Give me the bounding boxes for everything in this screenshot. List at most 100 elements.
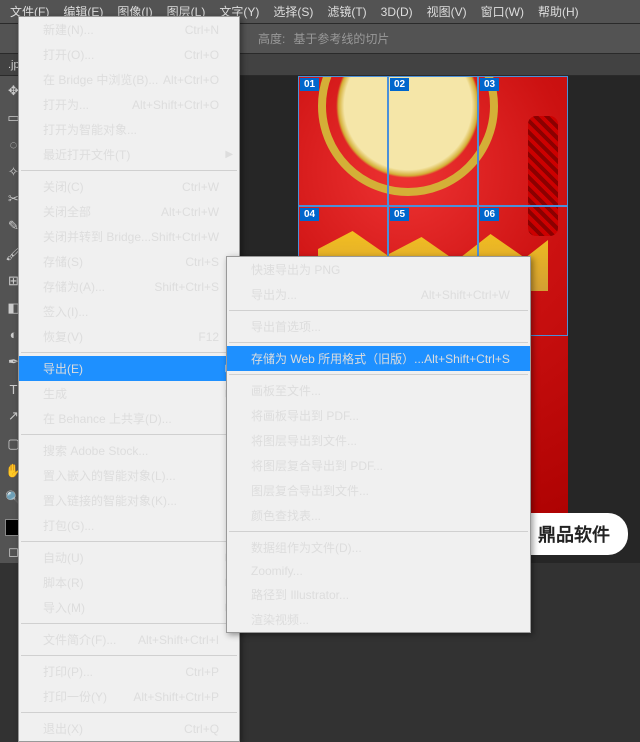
separator [21,170,237,171]
menu-shortcut: Ctrl+N [185,23,219,37]
menu-item-label: 导入(M) [43,599,85,616]
menu-item-label: 将图层导出到文件... [251,432,357,449]
menu-item-label: 打包(G)... [43,517,94,534]
menu-item[interactable]: 脚本(R)▶ [19,570,239,595]
menu-item[interactable]: 打印一份(Y)Alt+Shift+Ctrl+P [19,684,239,709]
menu-item[interactable]: 恢复(V)F12 [19,324,239,349]
menu-item[interactable]: 滤镜(T) [327,3,366,20]
menu-item-label: 在 Bridge 中浏览(B)... [43,71,158,88]
slice-number: 01 [300,78,319,91]
menu-item[interactable]: 打开为...Alt+Shift+Ctrl+O [19,92,239,117]
slice-box[interactable] [298,76,388,206]
menu-item-label: 恢复(V) [43,328,83,345]
menu-item[interactable]: 将图层导出到文件... [227,428,530,453]
slice-box[interactable] [388,76,478,206]
separator [21,541,237,542]
menu-item-label: 在 Behance 上共享(D)... [43,410,172,427]
menu-item-label: 搜索 Adobe Stock... [43,442,148,459]
menu-item[interactable]: 打印(P)...Ctrl+P [19,659,239,684]
submenu-arrow-icon: ▶ [225,149,233,160]
menu-item[interactable]: 文件简介(F)...Alt+Shift+Ctrl+I [19,627,239,652]
slice-number: 06 [480,208,499,221]
menu-item[interactable]: 关闭(C) Ctrl+W [19,174,239,199]
menu-item[interactable]: 存储(S)Ctrl+S [19,249,239,274]
file-menu: 新建(N)...Ctrl+N打开(O)...Ctrl+O在 Bridge 中浏览… [18,16,240,742]
menu-item-label: 画板至文件... [251,382,321,399]
menu-item[interactable]: 最近打开文件(T) ▶ [19,142,239,167]
menu-item[interactable]: Zoomify... [227,560,530,582]
menu-item[interactable]: 将图层复合导出到 PDF... [227,453,530,478]
menu-item: 签入(I)... [19,299,239,324]
menu-item[interactable]: 导出首选项... [227,314,530,339]
menu-item[interactable]: 图层复合导出到文件... [227,478,530,503]
menu-item: 在 Behance 上共享(D)... [19,406,239,431]
slice-number: 03 [480,78,499,91]
menu-item[interactable]: 将画板导出到 PDF... [227,403,530,428]
menu-item-label: 存储为(A)... [43,278,105,295]
menu-item[interactable]: 选择(S) [273,3,313,20]
menu-item[interactable]: 生成▶ [19,381,239,406]
separator [21,712,237,713]
menu-item-label: 将画板导出到 PDF... [251,407,359,424]
menu-item-label: 关闭全部 [43,203,91,220]
menu-item-label: 存储(S) [43,253,83,270]
separator [229,342,528,343]
menu-item[interactable]: 视图(V) [427,3,467,20]
menu-item-label: 脚本(R) [43,574,84,591]
separator [21,434,237,435]
menu-item[interactable]: 3D(D) [381,5,413,19]
menu-item[interactable]: 窗口(W) [481,3,524,20]
menu-shortcut: Alt+Shift+Ctrl+S [424,352,510,366]
menu-item[interactable]: 关闭并转到 Bridge...Shift+Ctrl+W [19,224,239,249]
menu-shortcut: Alt+Shift+Ctrl+W [421,288,510,302]
separator [21,623,237,624]
menu-item[interactable]: 在 Bridge 中浏览(B)... Alt+Ctrl+O [19,67,239,92]
menu-item[interactable]: 画板至文件... [227,378,530,403]
export-submenu: 快速导出为 PNG 导出为... Alt+Shift+Ctrl+W 导出首选项... 存… [226,256,531,633]
menu-item[interactable]: 路径到 Illustrator... [227,582,530,607]
menu-item[interactable]: 自动(U)▶ [19,545,239,570]
menu-shortcut: Ctrl+W [182,180,219,194]
menu-item[interactable]: 导入(M)▶ [19,595,239,620]
slice-number: 02 [390,78,409,91]
menu-item[interactable]: 退出(X)Ctrl+Q [19,716,239,741]
menu-item[interactable]: 置入链接的智能对象(K)... [19,488,239,513]
menu-item[interactable]: 渲染视频... [227,607,530,632]
menu-item-label: 关闭(C) [43,178,84,195]
separator [229,531,528,532]
menu-item-label: 导出首选项... [251,318,321,335]
menu-item[interactable]: 打开为智能对象... [19,117,239,142]
menu-item[interactable]: 新建(N)... Ctrl+N [19,17,239,42]
menu-item-label: 将图层复合导出到 PDF... [251,457,383,474]
menu-item-label: 导出为... [251,286,297,303]
menu-item-label: 最近打开文件(T) [43,146,130,163]
menu-item-label: 颜色查找表... [251,507,321,524]
menu-item-label: 生成 [43,385,67,402]
slice-number: 04 [300,208,319,221]
menu-shortcut: Alt+Shift+Ctrl+O [132,98,219,112]
menu-item[interactable]: 存储为(A)...Shift+Ctrl+S [19,274,239,299]
menu-shortcut: Shift+Ctrl+W [151,230,219,244]
menu-item-label: Zoomify... [251,564,303,578]
menu-item[interactable]: 存储为 Web 所用格式（旧版）...Alt+Shift+Ctrl+S [227,346,530,371]
menu-item[interactable]: 置入嵌入的智能对象(L)... [19,463,239,488]
menu-item: 数据组作为文件(D)... [227,535,530,560]
watermark-text: 鼎品软件 [538,521,610,547]
menu-item-label: 置入链接的智能对象(K)... [43,492,177,509]
menu-item[interactable]: 帮助(H) [538,3,579,20]
menu-item[interactable]: 颜色查找表... [227,503,530,528]
menu-item-label: 渲染视频... [251,611,309,628]
menu-item[interactable]: 导出为... Alt+Shift+Ctrl+W [227,282,530,307]
menu-item[interactable]: 搜索 Adobe Stock... [19,438,239,463]
menu-item[interactable]: 打开(O)...Ctrl+O [19,42,239,67]
menu-item[interactable]: 快速导出为 PNG [227,257,530,282]
menu-item[interactable]: 导出(E)▶ [19,356,239,381]
menu-item-label: 自动(U) [43,549,84,566]
menu-shortcut: Alt+Ctrl+O [163,73,219,87]
menu-item-label: 新建(N)... [43,21,94,38]
menu-item-label: 签入(I)... [43,303,88,320]
menu-item[interactable]: 关闭全部Alt+Ctrl+W [19,199,239,224]
slice-box[interactable] [478,76,568,206]
separator [21,352,237,353]
menu-item-label: 打印(P)... [43,663,93,680]
